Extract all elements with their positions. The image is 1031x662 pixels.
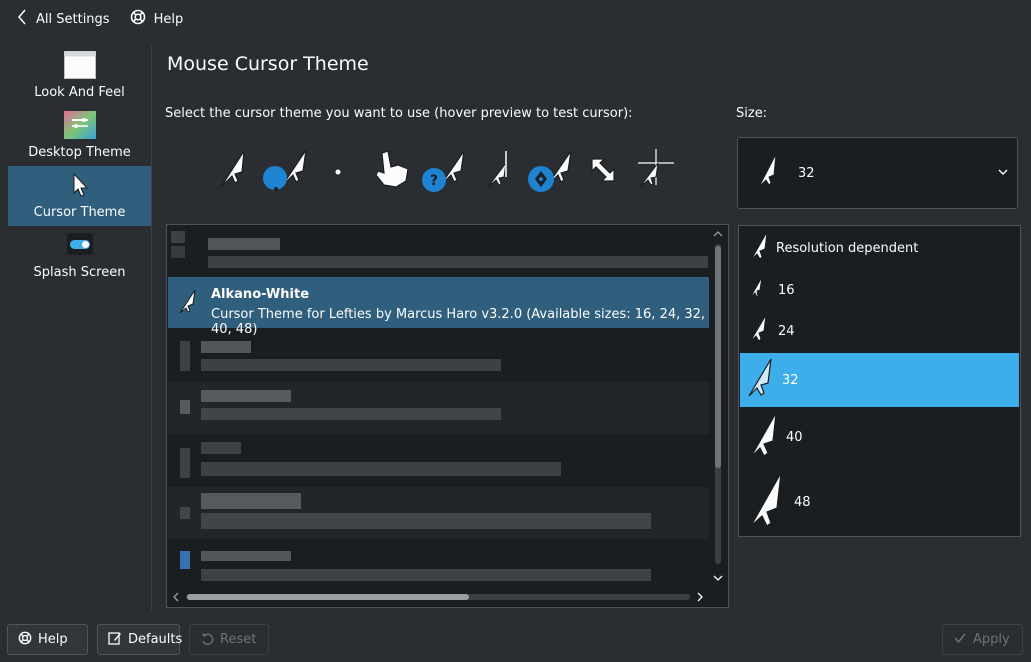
- theme-name: Alkano-White: [211, 287, 310, 302]
- scroll-up-icon[interactable]: [712, 228, 724, 244]
- list-item[interactable]: [168, 438, 709, 486]
- all-settings-button[interactable]: All Settings: [8, 4, 118, 34]
- size-option-label: 40: [786, 429, 803, 445]
- size-cursor-icon: [748, 230, 770, 266]
- chevron-left-icon: [16, 9, 28, 29]
- size-option-16[interactable]: 16: [740, 274, 1019, 306]
- svg-text:?: ?: [430, 173, 438, 189]
- size-option-24[interactable]: 24: [740, 312, 1019, 350]
- splash-screen-icon: [64, 231, 96, 259]
- size-cursor-icon: [746, 357, 774, 403]
- help-lifebuoy-icon: [18, 631, 32, 649]
- hscroll-thumb[interactable]: [187, 594, 469, 600]
- list-item[interactable]: [168, 543, 709, 591]
- defaults-edit-icon: [108, 631, 122, 649]
- size-cursor-icon: [748, 471, 784, 533]
- size-cursor-icon: [748, 314, 768, 348]
- theme-list-hscrollbar[interactable]: [170, 590, 710, 604]
- size-option-40[interactable]: 40: [740, 410, 1019, 464]
- size-option-label: 24: [778, 323, 795, 339]
- sidebar-item-look-and-feel[interactable]: Look And Feel: [8, 46, 151, 106]
- help-button[interactable]: Help: [7, 624, 88, 655]
- size-cursor-icon: [748, 411, 778, 463]
- size-option-32[interactable]: 32: [740, 353, 1019, 407]
- sidebar-item-cursor-theme[interactable]: Cursor Theme: [8, 166, 151, 226]
- size-label: Size:: [736, 106, 768, 121]
- list-item[interactable]: [168, 333, 709, 381]
- desktop-theme-icon: [63, 111, 96, 139]
- sidebar: Look And Feel Desktop Theme Cursor Theme…: [8, 46, 151, 286]
- reset-undo-icon: [200, 631, 214, 649]
- size-option-48[interactable]: 48: [740, 470, 1019, 534]
- preview-help-icon: ?: [422, 150, 465, 192]
- cursor-theme-list[interactable]: Alkano-White Cursor Theme for Lefties by…: [166, 224, 729, 608]
- size-list[interactable]: Resolution dependent 16 24 32 40 48: [738, 225, 1021, 537]
- size-option-label: 32: [782, 372, 799, 388]
- defaults-button[interactable]: Defaults: [97, 624, 183, 655]
- preview-resize-diagonal-icon: [591, 158, 615, 182]
- scroll-right-icon[interactable]: [694, 591, 706, 607]
- top-toolbar: All Settings Help: [0, 0, 1031, 38]
- scroll-down-icon[interactable]: [712, 572, 724, 588]
- sidebar-item-desktop-theme[interactable]: Desktop Theme: [8, 106, 151, 166]
- list-item[interactable]: [168, 226, 709, 274]
- apply-check-icon: [953, 631, 967, 649]
- size-cursor-icon: [756, 153, 780, 193]
- scroll-left-icon[interactable]: [170, 591, 182, 607]
- apply-button-label: Apply: [973, 632, 1010, 647]
- instruction-text: Select the cursor theme you want to use …: [165, 106, 633, 121]
- preview-crosshair-icon: [638, 149, 674, 188]
- preview-dot-icon: [335, 169, 341, 175]
- help-label-top: Help: [153, 11, 184, 27]
- apply-button[interactable]: Apply: [942, 624, 1023, 655]
- list-item[interactable]: [168, 382, 709, 434]
- reset-button[interactable]: Reset: [189, 624, 269, 655]
- help-lifebuoy-icon: [130, 9, 146, 29]
- preview-text-arrow-icon: [487, 151, 507, 188]
- chevron-down-icon: [997, 166, 1009, 182]
- help-button-label: Help: [38, 632, 68, 647]
- cursor-preview[interactable]: ?: [210, 143, 690, 199]
- sidebar-item-label: Splash Screen: [33, 265, 126, 280]
- defaults-button-label: Defaults: [128, 632, 183, 647]
- list-item-selected[interactable]: Alkano-White Cursor Theme for Lefties by…: [168, 277, 709, 337]
- list-item[interactable]: [168, 487, 709, 539]
- preview-arrow-icon: [220, 150, 245, 188]
- size-option-label: 16: [778, 282, 795, 298]
- reset-button-label: Reset: [220, 632, 257, 647]
- page-title: Mouse Cursor Theme: [167, 53, 369, 75]
- size-cursor-icon: [748, 276, 764, 304]
- cursor-theme-icon: [64, 171, 96, 199]
- size-option-label: 48: [794, 494, 811, 510]
- size-option-label: Resolution dependent: [776, 240, 919, 256]
- size-combobox-value: 32: [798, 165, 815, 181]
- preview-hand-icon: [375, 150, 409, 188]
- look-and-feel-icon: [63, 51, 96, 79]
- sidebar-item-label: Cursor Theme: [33, 205, 126, 220]
- sidebar-separator: [151, 46, 152, 610]
- size-option-resolution-dependent[interactable]: Resolution dependent: [740, 230, 1019, 266]
- theme-list-vscrollbar[interactable]: [712, 228, 724, 588]
- all-settings-label: All Settings: [36, 11, 110, 27]
- bottom-button-bar: Help Defaults Reset Apply: [0, 622, 1031, 656]
- size-combobox[interactable]: 32: [737, 137, 1018, 209]
- sidebar-item-label: Desktop Theme: [28, 145, 131, 160]
- sidebar-item-splash-screen[interactable]: Splash Screen: [8, 226, 151, 286]
- sidebar-item-label: Look And Feel: [34, 85, 125, 100]
- help-button-top[interactable]: Help: [122, 4, 192, 34]
- theme-cursor-icon: [178, 289, 198, 319]
- vscroll-thumb[interactable]: [715, 246, 721, 468]
- preview-move-arrow-icon: [528, 150, 572, 192]
- preview-busy-arrow-icon: [263, 149, 307, 191]
